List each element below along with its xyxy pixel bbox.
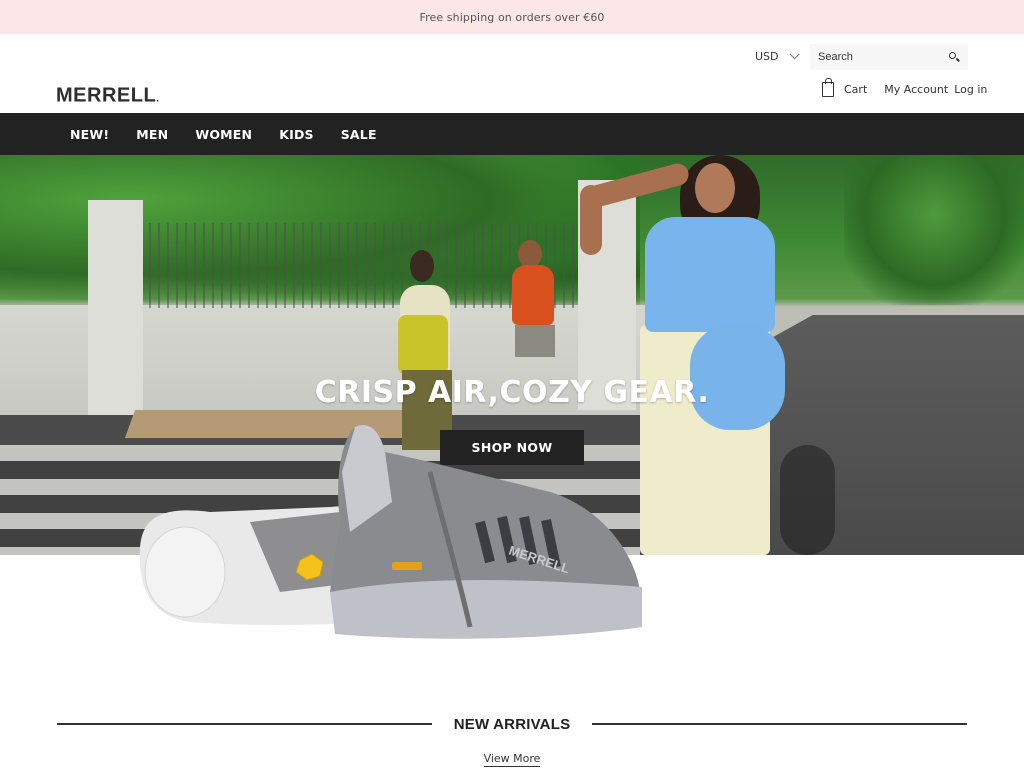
person-figure bbox=[645, 217, 775, 332]
view-more-wrap: View More bbox=[0, 747, 1024, 767]
vibram-logo-icon bbox=[295, 553, 324, 581]
shoe-vibram-badge bbox=[392, 562, 422, 570]
account-links: Cart My Account Log in bbox=[822, 78, 987, 97]
login-link[interactable]: Log in bbox=[954, 83, 987, 96]
person-figure bbox=[695, 163, 735, 213]
new-arrivals-header: NEW ARRIVALS bbox=[57, 713, 968, 735]
cart-link[interactable]: Cart bbox=[844, 83, 867, 96]
merrell-logo[interactable]: MERRELL. bbox=[56, 85, 159, 108]
search-box[interactable] bbox=[810, 44, 968, 70]
person-shadow bbox=[780, 445, 835, 555]
search-input[interactable] bbox=[818, 51, 938, 63]
nav-item-men[interactable]: MEN bbox=[136, 127, 168, 142]
search-icon[interactable] bbox=[948, 51, 960, 63]
currency-value: USD bbox=[755, 50, 779, 63]
site-header: MERRELL. USD Cart My Account Log in bbox=[0, 34, 1024, 113]
chevron-down-icon bbox=[789, 49, 800, 60]
hero-sidewalk bbox=[124, 410, 426, 438]
nav-item-women[interactable]: WOMEN bbox=[195, 127, 252, 142]
announcement-text: Free shipping on orders over €60 bbox=[419, 10, 605, 24]
hero-title: CRISP AIR,COZY GEAR. bbox=[314, 375, 710, 410]
hero-trees-right bbox=[844, 155, 1024, 305]
divider-line bbox=[592, 723, 968, 725]
nav-item-sale[interactable]: SALE bbox=[341, 127, 377, 142]
nav-item-new[interactable]: NEW! bbox=[70, 127, 109, 142]
main-nav: NEW! MEN WOMEN KIDS SALE bbox=[0, 113, 1024, 155]
announcement-bar: Free shipping on orders over €60 bbox=[0, 0, 1024, 34]
person-figure bbox=[410, 250, 434, 282]
shop-now-button[interactable]: SHOP NOW bbox=[440, 430, 584, 465]
nav-item-kids[interactable]: KIDS bbox=[279, 127, 314, 142]
hero-banner: CRISP AIR,COZY GEAR. SHOP NOW bbox=[0, 155, 1024, 555]
currency-selector[interactable]: USD bbox=[755, 49, 800, 63]
shopping-bag-icon[interactable] bbox=[822, 78, 834, 97]
person-figure bbox=[580, 185, 602, 255]
person-figure bbox=[518, 240, 542, 268]
logo-text: MERRELL bbox=[56, 84, 157, 107]
person-figure bbox=[398, 315, 448, 375]
my-account-link[interactable]: My Account bbox=[884, 83, 948, 96]
shoe-midsole bbox=[330, 580, 642, 639]
view-more-link[interactable]: View More bbox=[483, 752, 541, 767]
new-arrivals-title: NEW ARRIVALS bbox=[453, 715, 571, 733]
divider-line bbox=[57, 723, 432, 725]
person-figure bbox=[515, 325, 555, 357]
person-figure bbox=[512, 265, 554, 325]
